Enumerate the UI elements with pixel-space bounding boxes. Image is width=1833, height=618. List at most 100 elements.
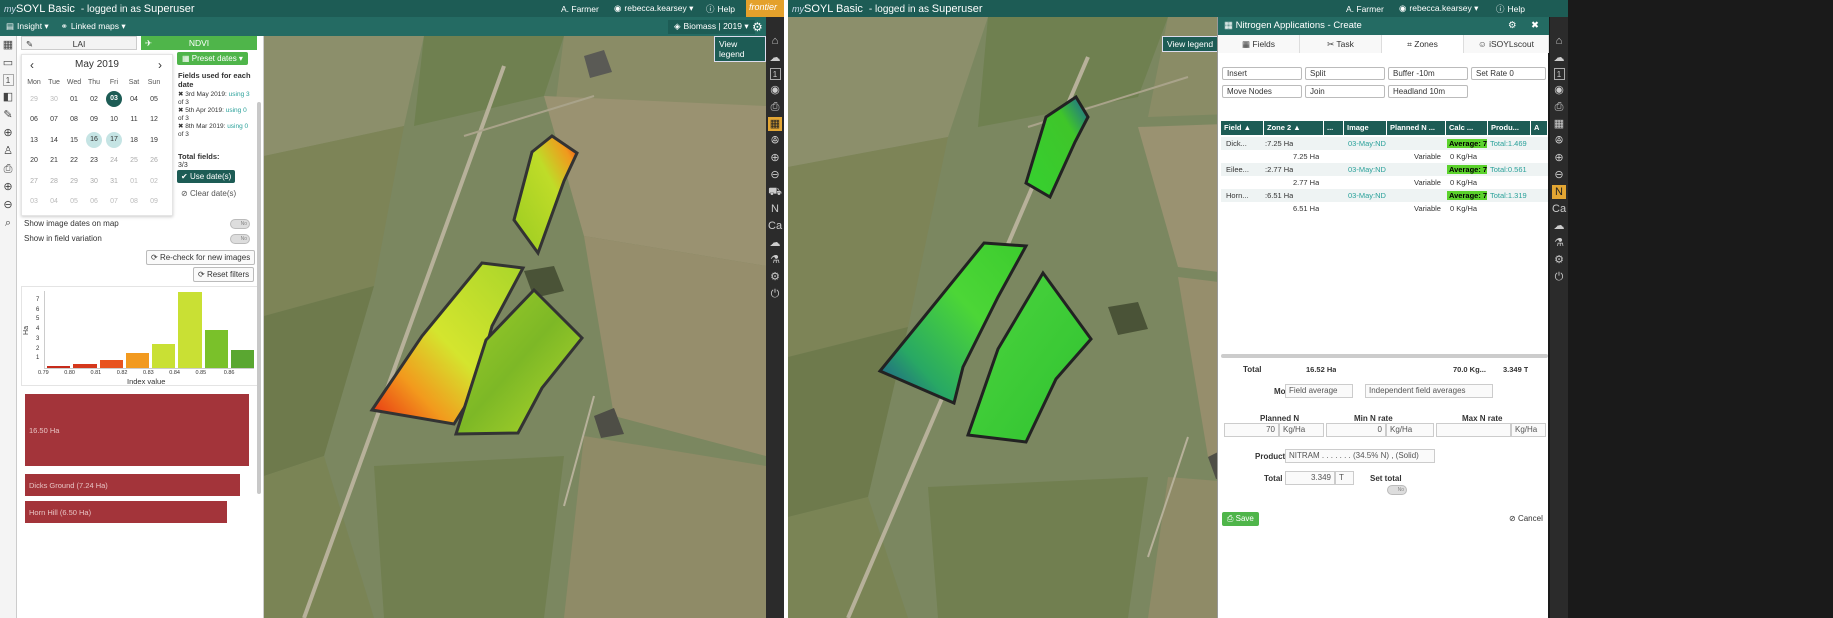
cloud2-icon[interactable]: ☁: [768, 236, 782, 250]
field-area-bar[interactable]: Dicks Ground (7.24 Ha): [25, 474, 241, 496]
linked-maps-menu[interactable]: ⚭ Linked maps ▾: [55, 21, 132, 32]
calendar-day[interactable]: 30: [84, 171, 104, 192]
calendar-day[interactable]: 06: [24, 110, 44, 131]
calendar-day[interactable]: 17: [104, 130, 124, 151]
calendar-day[interactable]: 20: [24, 151, 44, 172]
layers-icon[interactable]: ◉: [1552, 83, 1566, 97]
help-link[interactable]: ⓘ Help: [1490, 3, 1531, 15]
buffer-button[interactable]: Buffer -10m: [1388, 67, 1468, 80]
cloud2-icon[interactable]: ☁: [1552, 219, 1566, 233]
histogram-bar[interactable]: [99, 360, 123, 368]
calendar-day[interactable]: 05: [144, 89, 164, 110]
calendar-day[interactable]: 26: [144, 151, 164, 172]
print-icon[interactable]: ⎙: [1552, 100, 1566, 114]
map-icon[interactable]: ▦: [1, 38, 15, 52]
calendar-day[interactable]: 10: [104, 110, 124, 131]
calendar-day[interactable]: 06: [84, 192, 104, 213]
histogram-bar[interactable]: [47, 366, 71, 368]
print-icon[interactable]: ⎙: [768, 100, 782, 114]
cloud-icon[interactable]: ☁: [1552, 51, 1566, 65]
rate-value[interactable]: 0 Kg/Ha: [1450, 178, 1477, 187]
zoom-out-icon[interactable]: ⊖: [768, 168, 782, 182]
home-icon[interactable]: ⌂: [768, 34, 782, 48]
calendar-day[interactable]: 22: [64, 151, 84, 172]
total-input[interactable]: 3.349: [1285, 471, 1335, 485]
calendar-day[interactable]: 01: [124, 171, 144, 192]
insert-button[interactable]: Insert: [1222, 67, 1302, 80]
column-header[interactable]: Calc ...: [1446, 121, 1488, 135]
calendar-day[interactable]: 08: [124, 192, 144, 213]
calendar-day[interactable]: 03: [24, 192, 44, 213]
close-icon[interactable]: ✖: [1531, 17, 1539, 35]
gear-icon[interactable]: ⚙: [1552, 253, 1566, 267]
tab-fields[interactable]: ▦ Fields: [1218, 35, 1300, 53]
headland-button[interactable]: Headland 10m: [1388, 85, 1468, 98]
recheck-images-button[interactable]: ⟳ Re-check for new images: [146, 250, 256, 265]
zoom-out-icon[interactable]: ⊖: [1552, 168, 1566, 182]
zoom-extent-icon[interactable]: ⌕: [1, 216, 15, 230]
grid-icon[interactable]: ▦: [1552, 117, 1566, 131]
tractor-icon[interactable]: ⛟: [768, 185, 782, 199]
n-icon[interactable]: N: [768, 202, 782, 216]
window-icon[interactable]: ▭: [1, 56, 15, 70]
field-name[interactable]: Eilee...: [1226, 165, 1249, 174]
calendar-day[interactable]: 02: [144, 171, 164, 192]
use-dates-button[interactable]: ✔ Use date(s): [177, 170, 236, 183]
insight-menu[interactable]: ▤ Insight ▾: [0, 21, 55, 32]
calendar-day[interactable]: 02: [84, 89, 104, 110]
grid-icon[interactable]: ▦: [768, 117, 782, 131]
tab-isoylscout[interactable]: ☺ iSOYLscout: [1464, 35, 1549, 53]
calendar-day[interactable]: 07: [44, 110, 64, 131]
view-legend-button[interactable]: View legend: [714, 36, 766, 62]
column-header[interactable]: Planned N ...: [1387, 121, 1446, 135]
calendar-day[interactable]: 08: [64, 110, 84, 131]
column-header[interactable]: Image: [1344, 121, 1387, 135]
histogram-bar[interactable]: [204, 329, 228, 368]
calendar-day[interactable]: 29: [64, 171, 84, 192]
calendar-day[interactable]: 29: [24, 89, 44, 110]
planned-n-input[interactable]: 70: [1224, 423, 1279, 437]
calendar-day[interactable]: 15: [64, 130, 84, 151]
show-image-dates-toggle[interactable]: No: [230, 219, 250, 229]
calendar-day[interactable]: 23: [84, 151, 104, 172]
calendar-day[interactable]: 04: [124, 89, 144, 110]
ca-icon[interactable]: Ca: [768, 219, 782, 233]
wheat-icon[interactable]: ꔮ: [768, 134, 782, 148]
calendar-day[interactable]: 12: [144, 110, 164, 131]
split-icon[interactable]: ◧: [1, 90, 15, 104]
column-header[interactable]: Field ▲: [1221, 121, 1264, 135]
reset-filters-button[interactable]: ⟳ Reset filters: [193, 267, 255, 282]
column-header[interactable]: A: [1531, 121, 1548, 135]
one-icon[interactable]: 1: [769, 68, 781, 80]
n-icon[interactable]: N: [1552, 185, 1566, 199]
calendar-day[interactable]: 05: [64, 192, 84, 213]
histogram-bar[interactable]: [230, 350, 254, 368]
calendar-day[interactable]: 01: [64, 89, 84, 110]
left-map[interactable]: View legend: [264, 36, 766, 618]
show-field-variation-toggle[interactable]: No: [230, 234, 250, 244]
join-button[interactable]: Join: [1305, 85, 1385, 98]
calendar-day[interactable]: 09: [144, 192, 164, 213]
edit-icon[interactable]: ✎: [1, 108, 15, 122]
power-icon[interactable]: ⏻: [1552, 270, 1566, 284]
histogram-bar[interactable]: [152, 343, 176, 368]
field-name[interactable]: Dick...: [1226, 139, 1247, 148]
cancel-button[interactable]: ⊘ Cancel: [1506, 512, 1546, 525]
panel-scrollbar[interactable]: [257, 102, 261, 494]
tab-lai[interactable]: ✎ LAI: [21, 36, 137, 50]
tab-task[interactable]: ✂ Task: [1300, 35, 1382, 53]
model-select[interactable]: Field average: [1285, 384, 1353, 398]
layers-icon[interactable]: ◉: [768, 83, 782, 97]
flask-icon[interactable]: ⚗: [1552, 236, 1566, 250]
calendar-day[interactable]: 03: [104, 89, 124, 110]
account-menu[interactable]: ◉ rebecca.kearsey ▾: [1393, 3, 1484, 14]
help-link[interactable]: ⓘ Help: [700, 3, 741, 15]
calendar-day[interactable]: 28: [44, 171, 64, 192]
calendar-day[interactable]: 18: [124, 130, 144, 151]
zoom-in-icon[interactable]: ⊕: [1, 180, 15, 194]
flask-icon[interactable]: ⚗: [768, 253, 782, 267]
power-icon[interactable]: ⏻: [768, 287, 782, 301]
max-n-input[interactable]: [1436, 423, 1511, 437]
gear-icon[interactable]: ⚙: [768, 270, 782, 284]
calendar-day[interactable]: 07: [104, 192, 124, 213]
